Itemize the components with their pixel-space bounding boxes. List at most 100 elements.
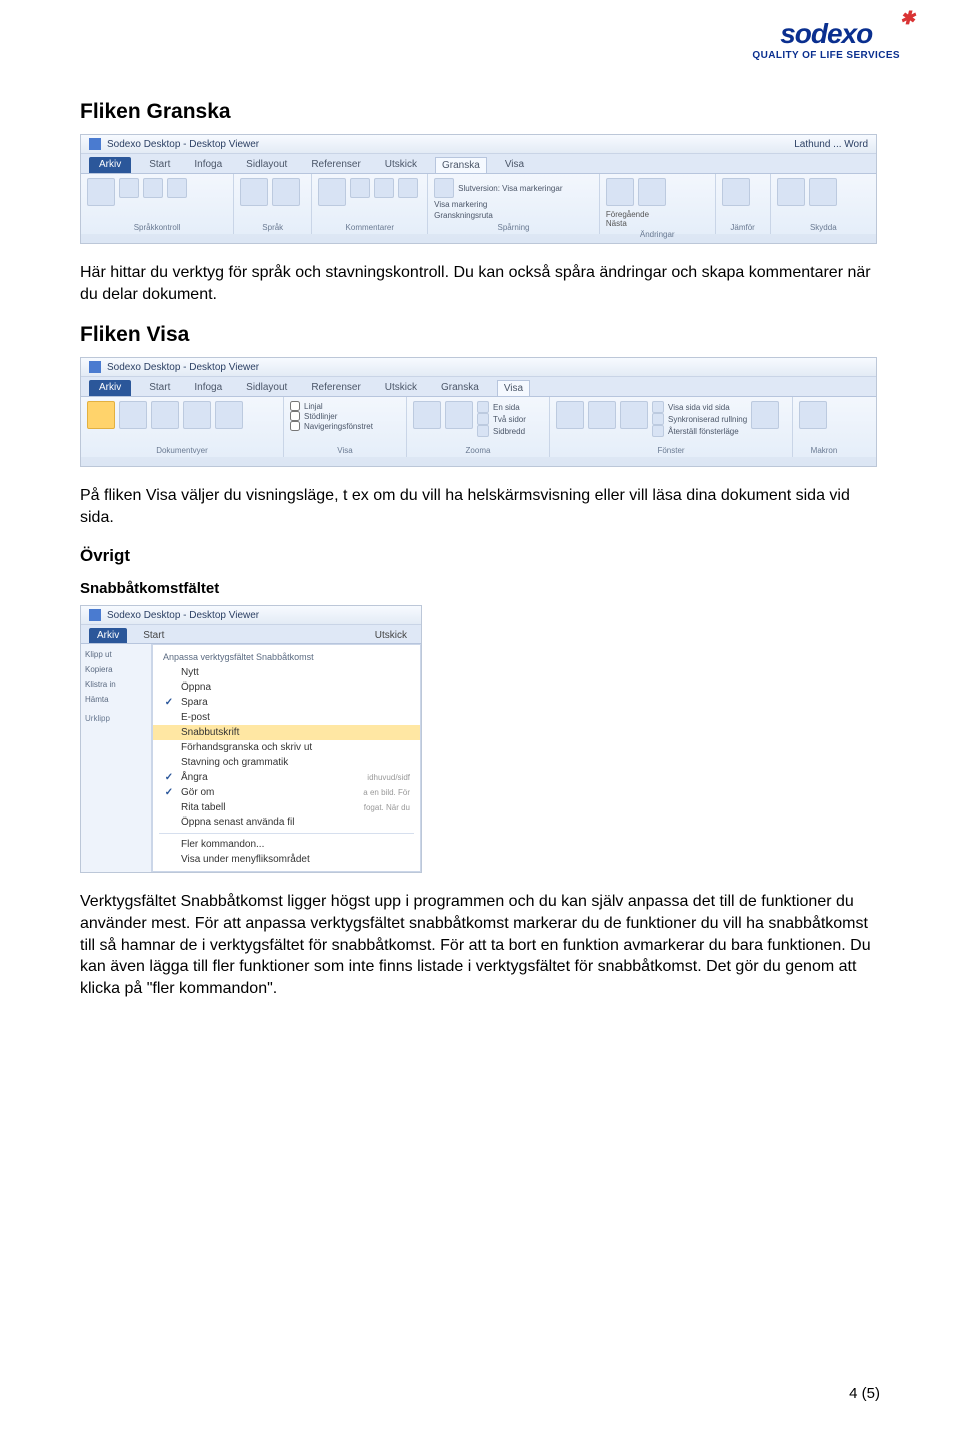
qat-item-angra[interactable]: ✓Ångraidhuvud/sidf xyxy=(153,770,420,785)
menu-title: Anpassa verktygsfältet Snabbåtkomst xyxy=(153,649,420,665)
group-label: Urklipp xyxy=(85,714,147,723)
tab-infoga[interactable]: Infoga xyxy=(188,380,228,396)
copy-button[interactable]: Kopiera xyxy=(85,665,147,674)
qat-item-nytt[interactable]: Nytt xyxy=(153,665,420,680)
gridlines-checkbox[interactable] xyxy=(290,411,300,421)
tab-referenser[interactable]: Referenser xyxy=(305,157,366,173)
language-icon[interactable] xyxy=(272,178,300,206)
ribbon-tabs: Arkiv Start Infoga Sidlayout Referenser … xyxy=(81,154,876,174)
next-comment-icon[interactable] xyxy=(398,178,418,198)
new-comment-icon[interactable] xyxy=(318,178,346,206)
qat-item-snabbutskrift[interactable]: Snabbutskrift xyxy=(153,725,420,740)
sync-scroll-icon[interactable] xyxy=(652,413,664,425)
one-page-icon[interactable] xyxy=(477,401,489,413)
zoom-100-icon[interactable] xyxy=(445,401,473,429)
logo-brand: sodexo ✱ xyxy=(752,18,900,50)
reference-icon[interactable] xyxy=(119,178,139,198)
tab-granska[interactable]: Granska xyxy=(435,380,485,396)
group-label: Visa xyxy=(290,446,400,455)
arrange-all-icon[interactable] xyxy=(588,401,616,429)
qat-item-fler-kommandon[interactable]: Fler kommandon... xyxy=(153,837,420,852)
qat-item-stavning[interactable]: Stavning och grammatik xyxy=(153,755,420,770)
new-window-icon[interactable] xyxy=(556,401,584,429)
wordcount-icon[interactable] xyxy=(167,178,187,198)
tab-infoga[interactable]: Infoga xyxy=(188,157,228,173)
zoom-icon[interactable] xyxy=(413,401,441,429)
switch-windows-icon[interactable] xyxy=(751,401,779,429)
qat-item-spara[interactable]: ✓Spara xyxy=(153,695,420,710)
tab-start[interactable]: Start xyxy=(137,628,170,643)
window-title: Sodexo Desktop - Desktop Viewer xyxy=(107,362,259,373)
print-layout-icon[interactable] xyxy=(87,401,115,429)
track-changes-icon[interactable] xyxy=(434,178,454,198)
group-label: Språk xyxy=(240,223,305,232)
tab-arkiv[interactable]: Arkiv xyxy=(89,157,131,173)
paste-button[interactable]: Klistra in xyxy=(85,680,147,689)
qat-item-epost[interactable]: E-post xyxy=(153,710,420,725)
compare-icon[interactable] xyxy=(722,178,750,206)
format-painter-button[interactable]: Hämta xyxy=(85,695,147,704)
prev-comment-icon[interactable] xyxy=(374,178,394,198)
qat-item-forhandsgranska[interactable]: Förhandsgranska och skriv ut xyxy=(153,740,420,755)
heading-fliken-visa: Fliken Visa xyxy=(80,323,880,347)
qat-item-oppna[interactable]: Öppna xyxy=(153,680,420,695)
two-pages-icon[interactable] xyxy=(477,413,489,425)
tab-arkiv[interactable]: Arkiv xyxy=(89,380,131,396)
screenshot-qat-menu: Sodexo Desktop - Desktop Viewer Arkiv St… xyxy=(80,605,422,873)
tab-visa[interactable]: Visa xyxy=(499,157,530,173)
body-text-visa: På fliken Visa väljer du visningsläge, t… xyxy=(80,485,880,528)
logo-tagline: QUALITY OF LIFE SERVICES xyxy=(752,50,900,61)
reject-icon[interactable] xyxy=(638,178,666,206)
tab-start[interactable]: Start xyxy=(143,380,176,396)
ruler-checkbox[interactable] xyxy=(290,401,300,411)
logo-star-icon: ✱ xyxy=(900,8,914,29)
qat-item-gorom[interactable]: ✓Gör oma en bild. För xyxy=(153,785,420,800)
tab-utskick[interactable]: Utskick xyxy=(379,157,423,173)
tab-utskick[interactable]: Utskick xyxy=(369,628,413,643)
group-label: Skydda xyxy=(777,223,870,232)
split-icon[interactable] xyxy=(620,401,648,429)
window-title: Sodexo Desktop - Desktop Viewer xyxy=(107,139,259,150)
draft-icon[interactable] xyxy=(215,401,243,429)
accept-icon[interactable] xyxy=(606,178,634,206)
group-label: Makron xyxy=(799,446,849,455)
macros-icon[interactable] xyxy=(799,401,827,429)
synonym-icon[interactable] xyxy=(143,178,163,198)
web-layout-icon[interactable] xyxy=(151,401,179,429)
window-titlebar: Sodexo Desktop - Desktop Viewer Lathund … xyxy=(81,135,876,154)
tab-referenser[interactable]: Referenser xyxy=(305,380,366,396)
heading-fliken-granska: Fliken Granska xyxy=(80,100,880,124)
tab-arkiv[interactable]: Arkiv xyxy=(89,628,127,643)
ribbon-tabs: Arkiv Start Infoga Sidlayout Referenser … xyxy=(81,377,876,397)
qat-item-senast[interactable]: Öppna senast använda fil xyxy=(153,815,420,830)
outline-icon[interactable] xyxy=(183,401,211,429)
reset-window-icon[interactable] xyxy=(652,425,664,437)
spellcheck-icon[interactable] xyxy=(87,178,115,206)
side-by-side-icon[interactable] xyxy=(652,401,664,413)
tab-utskick[interactable]: Utskick xyxy=(379,380,423,396)
menu-separator xyxy=(159,833,414,834)
group-label: Ändringar xyxy=(606,230,709,239)
tab-start[interactable]: Start xyxy=(143,157,176,173)
tab-visa[interactable]: Visa xyxy=(497,380,530,396)
translate-icon[interactable] xyxy=(240,178,268,206)
restrict-edit-icon[interactable] xyxy=(809,178,837,206)
word-icon xyxy=(89,609,101,621)
window-title: Sodexo Desktop - Desktop Viewer xyxy=(107,610,259,621)
cut-button[interactable]: Klipp ut xyxy=(85,650,147,659)
group-label: Dokumentvyer xyxy=(87,446,277,455)
group-label: Kommentarer xyxy=(318,223,421,232)
navpane-checkbox[interactable] xyxy=(290,421,300,431)
fullscreen-read-icon[interactable] xyxy=(119,401,147,429)
qat-item-ritatabell[interactable]: Rita tabellfogat. När du xyxy=(153,800,420,815)
tab-sidlayout[interactable]: Sidlayout xyxy=(240,380,293,396)
tab-granska[interactable]: Granska xyxy=(435,157,487,173)
delete-comment-icon[interactable] xyxy=(350,178,370,198)
heading-snabbatkomst: Snabbåtkomstfältet xyxy=(80,580,880,597)
page-width-icon[interactable] xyxy=(477,425,489,437)
block-authors-icon[interactable] xyxy=(777,178,805,206)
clipboard-group: Klipp ut Kopiera Klistra in Hämta Urklip… xyxy=(81,644,152,872)
qat-item-visa-under[interactable]: Visa under menyfliksområdet xyxy=(153,852,420,867)
screenshot-ribbon-granska: Sodexo Desktop - Desktop Viewer Lathund … xyxy=(80,134,877,244)
tab-sidlayout[interactable]: Sidlayout xyxy=(240,157,293,173)
